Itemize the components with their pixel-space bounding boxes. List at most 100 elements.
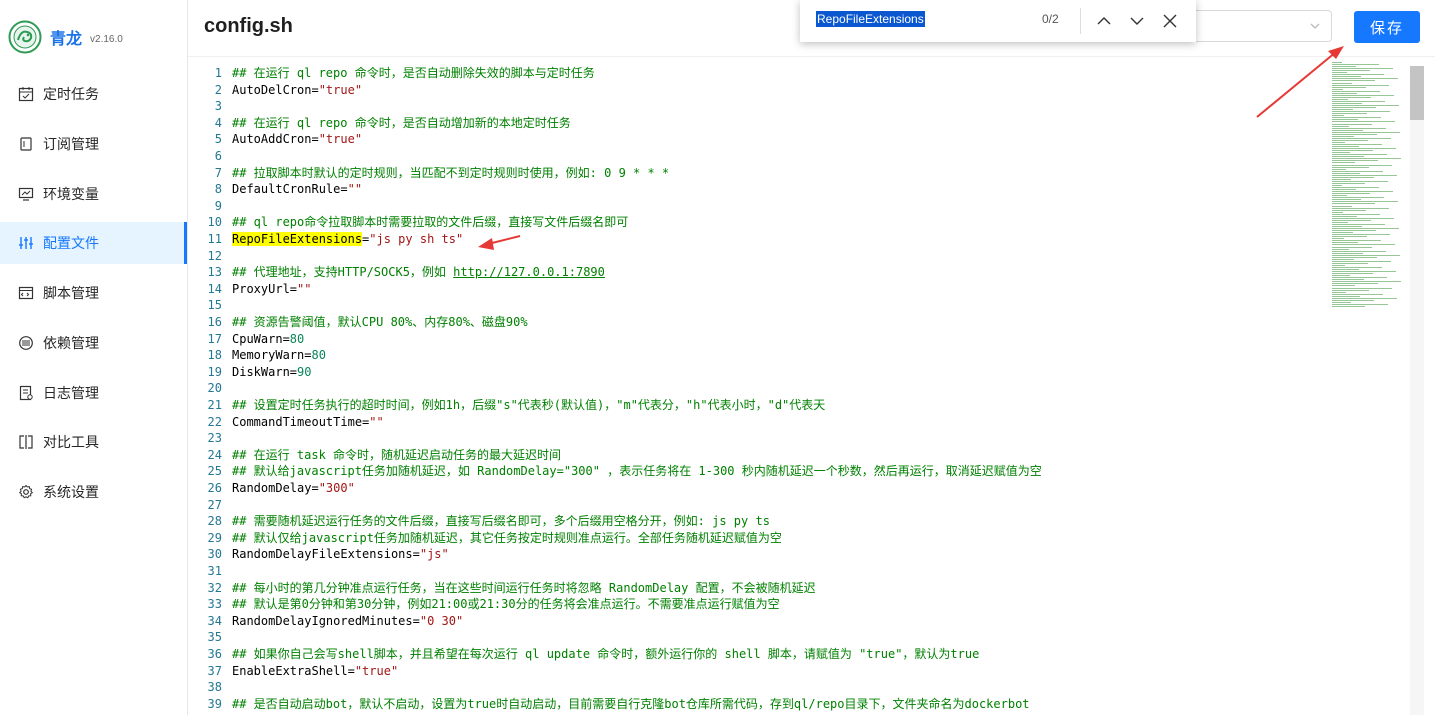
code-token: ## 资源告警阈值，默认CPU 80%、内存80%、磁盘90% bbox=[232, 315, 528, 329]
minimap-line bbox=[1332, 215, 1357, 217]
minimap-line bbox=[1332, 209, 1366, 211]
minimap-line bbox=[1332, 217, 1394, 219]
code-token: ## 默认给javascript任务加随机延迟，如 RandomDelay="3… bbox=[232, 464, 1042, 479]
minimap-line bbox=[1332, 203, 1375, 205]
line-content: RepoFileExtensions="js py sh ts" bbox=[232, 231, 463, 248]
minimap-line bbox=[1332, 262, 1368, 264]
previous-match-icon[interactable] bbox=[1094, 11, 1114, 31]
close-icon[interactable] bbox=[1160, 11, 1180, 31]
minimap-line bbox=[1332, 98, 1348, 100]
line-number: 26 bbox=[207, 481, 222, 495]
app-logo[interactable]: 青龙 v2.16.0 bbox=[8, 20, 123, 54]
log-icon bbox=[19, 385, 33, 401]
line-content: ## 默认是第0分钟和第30分钟，例如21:00或21:30分的任务将会准点运行… bbox=[232, 596, 780, 613]
next-match-icon[interactable] bbox=[1127, 11, 1147, 31]
minimap-line bbox=[1332, 133, 1377, 135]
minimap-line bbox=[1332, 228, 1399, 230]
line-number: 32 bbox=[207, 580, 222, 595]
minimap-line bbox=[1332, 293, 1383, 295]
sidebar-item-scripts[interactable]: 脚本管理 bbox=[0, 272, 187, 314]
save-button[interactable]: 保存 bbox=[1354, 11, 1420, 43]
minimap-line bbox=[1332, 123, 1372, 125]
minimap-line bbox=[1332, 256, 1377, 258]
sidebar-item-logs[interactable]: 日志管理 bbox=[0, 372, 187, 414]
minimap-line bbox=[1332, 66, 1356, 68]
minimap-line bbox=[1332, 166, 1369, 168]
minimap-line bbox=[1332, 70, 1370, 72]
minimap-line bbox=[1332, 223, 1385, 225]
minimap-line bbox=[1332, 246, 1372, 248]
minimap-line bbox=[1332, 187, 1379, 189]
line-content: RandomDelayFileExtensions="js" bbox=[232, 546, 449, 563]
sidebar-item-diff[interactable]: 对比工具 bbox=[0, 421, 187, 463]
dragon-logo-icon bbox=[8, 20, 42, 54]
line-content: ## 如果你自己会写shell脚本，并且希望在每次运行 ql update 命令… bbox=[232, 646, 979, 663]
line-number: 9 bbox=[214, 198, 222, 213]
minimap-line bbox=[1332, 279, 1364, 281]
line-number: 38 bbox=[207, 680, 222, 695]
code-token: "true" bbox=[318, 82, 363, 97]
minimap-line bbox=[1332, 146, 1359, 148]
line-number: 3 bbox=[214, 99, 222, 114]
page-title: config.sh bbox=[204, 15, 293, 37]
minimap-line bbox=[1332, 109, 1353, 111]
line-number: 1 bbox=[214, 66, 222, 80]
sliders-icon bbox=[19, 237, 33, 249]
minimap-line bbox=[1332, 207, 1389, 209]
minimap-line bbox=[1332, 107, 1376, 109]
line-number: 12 bbox=[207, 248, 222, 263]
sidebar-item-config[interactable]: 配置文件 bbox=[0, 222, 187, 264]
minimap-line bbox=[1332, 168, 1346, 170]
find-input[interactable]: RepoFileExtensions bbox=[816, 11, 925, 27]
editor-scrollbar[interactable] bbox=[1410, 66, 1424, 715]
code-token: ## 在运行 ql repo 命令时，是否自动增加新的本地定时任务 bbox=[232, 115, 571, 130]
line-content: ## 在运行 task 命令时，随机延迟启动任务的最大延迟时间 bbox=[232, 447, 561, 464]
line-number: 7 bbox=[214, 165, 222, 180]
code-token: ## 每小时的第几分钟准点运行任务，当在这些时间运行任务时将忽略 RandomD… bbox=[232, 580, 816, 595]
code-token: http://127.0.0.1:7890 bbox=[453, 265, 605, 280]
sidebar-item-settings[interactable]: 系统设置 bbox=[0, 471, 187, 513]
code-token: ## 需要随机延迟运行任务的文件后缀，直接写后缀名即可，多个后缀用空格分开，例如… bbox=[232, 514, 770, 529]
sidebar-item-env[interactable]: 环境变量 bbox=[0, 173, 187, 215]
minimap-line bbox=[1332, 213, 1380, 215]
sidebar: 青龙 v2.16.0 定时任务 订阅管理 环境变量 配置文件 脚本管理 依赖管理… bbox=[0, 0, 188, 715]
code-token: 80 bbox=[311, 348, 326, 363]
minimap-line bbox=[1332, 174, 1397, 176]
editor-scroll-thumb[interactable] bbox=[1410, 66, 1424, 120]
file-select[interactable] bbox=[1188, 10, 1332, 42]
line-number: 15 bbox=[207, 298, 222, 313]
minimap-line bbox=[1332, 182, 1365, 184]
minimap-line bbox=[1332, 285, 1355, 287]
code-token: CommandTimeoutTime= bbox=[232, 414, 370, 429]
minimap-line bbox=[1332, 238, 1344, 240]
line-number: 20 bbox=[207, 381, 222, 396]
minimap-line bbox=[1332, 82, 1352, 84]
minimap-line bbox=[1332, 195, 1347, 197]
sidebar-item-cron[interactable]: 定时任务 bbox=[0, 73, 187, 115]
code-token: ## 默认仅给javascript任务加随机延迟，其它任务按定时规则准点运行。全… bbox=[232, 530, 782, 545]
sidebar-item-subscription[interactable]: 订阅管理 bbox=[0, 123, 187, 165]
code-editor[interactable]: 1 ## 在运行 ql repo 命令时，是否自动删除失效的脚本与定时任务 2 Aut… bbox=[189, 57, 1435, 715]
code-token: ## ql repo命令拉取脚本时需要拉取的文件后缀，直接写文件后缀名即可 bbox=[232, 215, 629, 230]
line-content: RandomDelay="300" bbox=[232, 480, 355, 497]
code-token: "js" bbox=[419, 547, 449, 562]
minimap-line bbox=[1332, 232, 1353, 234]
code-token: DiskWarn= bbox=[232, 364, 298, 379]
line-content: ## 设置定时任务执行的超时时间，例如1h，后缀"s"代表秒(默认值)，"m"代… bbox=[232, 397, 825, 414]
sidebar-item-deps[interactable]: 依赖管理 bbox=[0, 322, 187, 364]
minimap-line bbox=[1332, 221, 1348, 223]
line-content: ## ql repo命令拉取脚本时需要拉取的文件后缀，直接写文件后缀名即可 bbox=[232, 214, 628, 231]
line-content: CommandTimeoutTime="" bbox=[232, 414, 384, 431]
minimap-line bbox=[1332, 100, 1385, 102]
line-content: ## 在运行 ql repo 命令时，是否自动增加新的本地定时任务 bbox=[232, 115, 571, 132]
calendar-icon bbox=[18, 87, 34, 102]
code-token: AutoDelCron= bbox=[232, 82, 319, 97]
code-token: ## 是否自动启动bot，默认不启动，设置为true时自动启动，目前需要自行克隆… bbox=[232, 696, 1030, 711]
editor-minimap[interactable] bbox=[1330, 62, 1410, 312]
minimap-line bbox=[1332, 283, 1378, 285]
minimap-line bbox=[1332, 275, 1350, 277]
code-token: "" bbox=[369, 414, 384, 429]
minimap-line bbox=[1332, 150, 1373, 152]
minimap-line bbox=[1332, 88, 1343, 90]
minimap-line bbox=[1332, 219, 1371, 221]
